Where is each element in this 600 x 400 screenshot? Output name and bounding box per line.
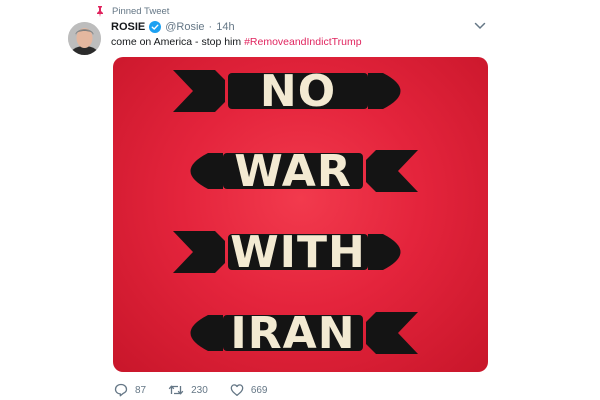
image-word: WAR [234, 146, 352, 197]
pinned-indicator: Pinned Tweet [94, 4, 169, 18]
tweet-text: come on America - stop him #RemoveandInd… [111, 36, 362, 48]
missile-war: WAR [173, 146, 418, 197]
image-word: WITH [230, 227, 366, 278]
user-handle[interactable]: @Rosie [165, 21, 204, 33]
retweet-count: 230 [191, 384, 208, 396]
reply-button[interactable]: 87 [114, 383, 146, 397]
separator-dot: · [208, 21, 213, 33]
image-word: IRAN [230, 308, 356, 359]
pin-icon [97, 6, 103, 17]
hashtag-link[interactable]: #RemoveandIndictTrump [244, 36, 362, 48]
missile-with: WITH [173, 227, 418, 278]
like-icon [230, 384, 244, 396]
tweet-header: ROSIE @Rosie · 14h [111, 19, 235, 35]
like-count: 669 [250, 384, 268, 396]
image-word: NO [259, 66, 337, 117]
tweet-image[interactable]: NO WAR WITH IRAN [113, 57, 488, 372]
reply-icon [114, 383, 128, 397]
tweet-actions: 87 230 669 [114, 382, 268, 398]
missile-no: NO [173, 66, 418, 117]
tweet-body: come on America - stop him [111, 36, 245, 48]
like-button[interactable]: 669 [230, 383, 268, 397]
reply-count: 87 [135, 384, 147, 396]
chevron-down-icon [474, 22, 486, 30]
verified-icon [149, 21, 162, 33]
missile-iran: IRAN [173, 308, 418, 359]
timestamp[interactable]: 14h [216, 21, 234, 33]
retweet-button[interactable]: 230 [168, 383, 208, 397]
avatar[interactable] [68, 22, 101, 55]
pinned-label: Pinned Tweet [112, 5, 170, 17]
display-name[interactable]: ROSIE [111, 21, 145, 33]
retweet-icon [168, 385, 184, 395]
tweet-menu-button[interactable] [472, 18, 488, 34]
